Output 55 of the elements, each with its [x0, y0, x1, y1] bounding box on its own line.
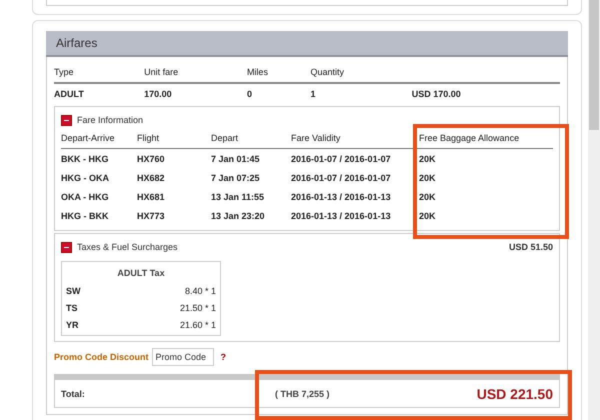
column-header: Free Baggage Allowance [419, 128, 553, 148]
section-label[interactable]: Taxes & Fuel Surcharges [77, 242, 178, 252]
tax-value: 21.50 * 1 [180, 302, 216, 312]
table-cell: 20K [419, 148, 553, 168]
tax-value: 21.60 * 1 [180, 320, 216, 330]
tax-amount: USD 51.50 [508, 242, 553, 252]
converted-amount: ( THB 7,255 ) [275, 388, 331, 398]
total-amount: USD 221.50 [476, 386, 553, 402]
column-header: Miles [246, 61, 310, 83]
scrollbar[interactable] [588, 0, 600, 420]
table-cell-text: 20K [419, 190, 437, 204]
column-header: Depart-Arrive [61, 128, 137, 148]
column-header: Type [54, 61, 144, 83]
collapse-icon[interactable] [61, 242, 72, 252]
column-header: Unit fare [144, 61, 247, 83]
column-header: Flight [137, 128, 211, 148]
table-cell-text: HX681 [137, 190, 166, 204]
table-cell: 7 Jan 01:45 [211, 148, 291, 168]
table-cell: 2016-01-07 / 2016-01-07 [291, 148, 419, 168]
table-cell-text: 20K [419, 172, 437, 184]
total-label: Total: [61, 388, 86, 398]
table-cell: ADULT [54, 83, 144, 104]
tax-code: SW [66, 286, 80, 296]
table-cell: 170.00 [144, 83, 247, 104]
table-cell: 1 [310, 83, 412, 104]
tax-value: 8.40 * 1 [184, 286, 216, 296]
help-link[interactable]: ? [220, 352, 226, 362]
table-cell-text: OKA - HKG [61, 190, 110, 204]
tax-code: TS [66, 302, 78, 312]
table-cell: 0 [246, 83, 310, 104]
scrollbar-thumb[interactable] [589, 0, 599, 130]
table-cell: 7 Jan 07:25 [211, 168, 291, 187]
table-cell: 13 Jan 23:20 [211, 206, 291, 225]
promo-label: Promo Code Discount [54, 352, 149, 362]
column-header: Depart [211, 128, 291, 148]
table-cell: HX760 [137, 148, 211, 168]
section-title: Airfares [46, 31, 568, 57]
table-cell: 2016-01-07 / 2016-01-07 [291, 168, 419, 187]
table-cell-text: 20K [419, 210, 437, 222]
table-cell-text: HKG - BKK [61, 210, 110, 222]
table-cell-text: HX773 [137, 210, 166, 222]
table-cell-text: HKG - OKA [61, 172, 110, 184]
table-cell: USD 170.00 [412, 83, 560, 104]
tax-code: YR [66, 320, 79, 330]
table-cell: BKK - HKG [61, 148, 137, 168]
table-cell: 2016-01-13 / 2016-01-13 [291, 187, 419, 206]
table-cell: HX682 [137, 168, 211, 187]
promo-code-field[interactable]: Promo Code [152, 348, 214, 366]
column-header: Quantity [310, 61, 412, 83]
table-cell: 13 Jan 11:55 [211, 187, 291, 206]
collapse-icon[interactable] [61, 114, 72, 126]
table-title: ADULT Tax [116, 267, 166, 280]
table-cell: 2016-01-13 / 2016-01-13 [291, 206, 419, 225]
section-label[interactable]: Fare Information [77, 115, 144, 125]
column-header: Fare Validity [291, 128, 419, 148]
